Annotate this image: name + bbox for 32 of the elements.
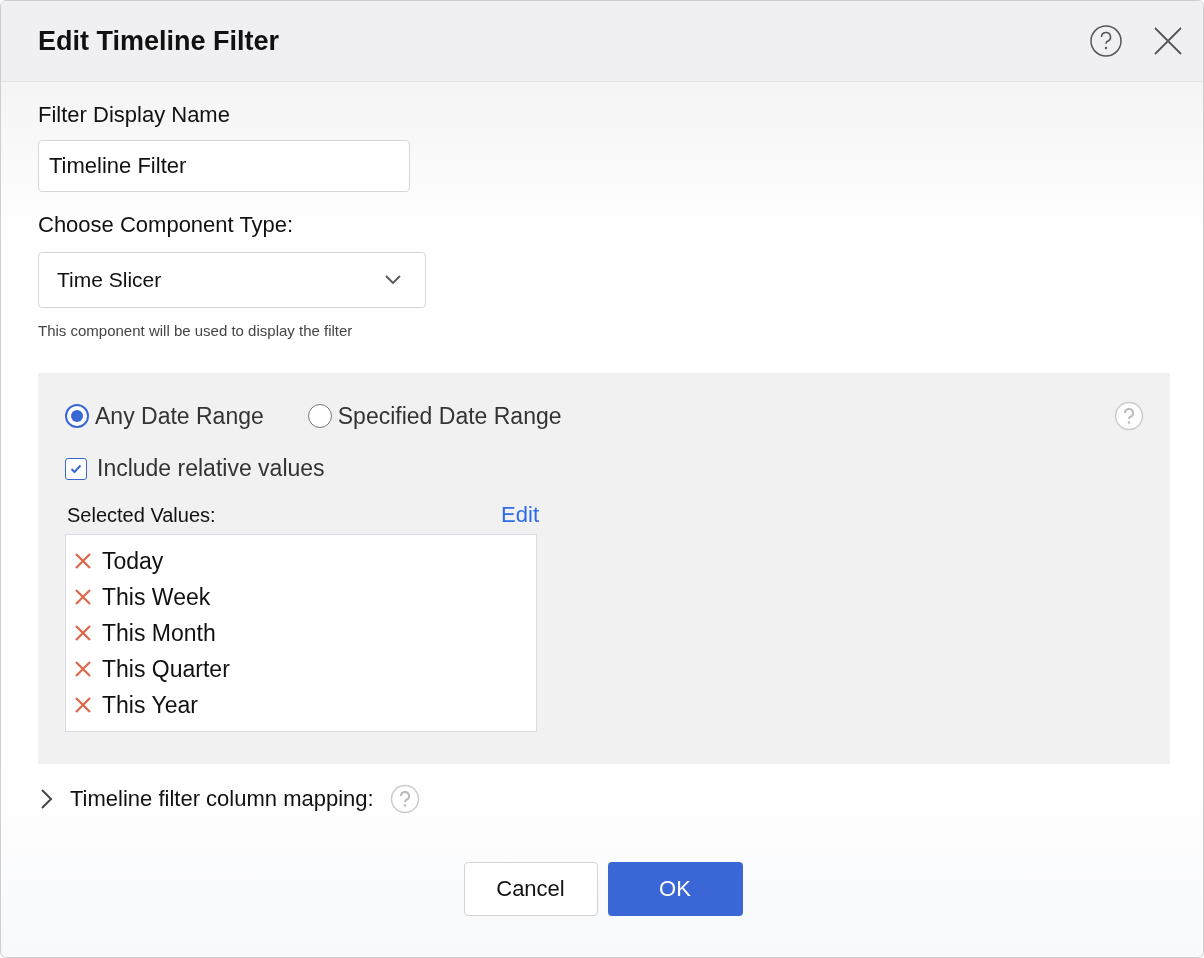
chevron-down-icon (385, 275, 401, 285)
hint-text: This component will be used to display the filter (38, 322, 354, 339)
list-item: This Week (102, 583, 211, 611)
remove-icon[interactable] (74, 588, 92, 606)
radio-label: Any Date Range (95, 402, 264, 430)
dialog-title: Edit Timeline Filter (38, 25, 281, 57)
help-icon[interactable] (1089, 24, 1123, 58)
radio-button[interactable] (307, 404, 332, 428)
close-icon[interactable] (1153, 26, 1183, 56)
chevron-right-icon[interactable] (40, 788, 54, 810)
radio-button[interactable] (65, 404, 89, 428)
section-label: Timeline filter column mapping: (70, 786, 374, 812)
name-input-field[interactable]: Timeline Filter (38, 140, 410, 192)
list-item: Today (102, 547, 164, 575)
radio-option[interactable]: Any Date Range (65, 402, 264, 430)
edit-link[interactable]: Edit (501, 502, 539, 528)
checkbox-label: Include relative values (97, 455, 325, 482)
list-item: This Month (102, 619, 216, 647)
cancel-button[interactable]: Cancel (463, 862, 598, 916)
field-label: Filter Display Name (38, 102, 231, 128)
remove-icon[interactable] (74, 552, 92, 570)
ok-button[interactable]: OK (607, 862, 743, 916)
list-item: This Year (102, 691, 198, 719)
remove-icon[interactable] (74, 696, 92, 714)
checkmark-icon (70, 463, 82, 474)
remove-icon[interactable] (74, 660, 92, 678)
checkbox[interactable] (65, 457, 87, 480)
component-type-dropdown[interactable]: Time Slicer (38, 252, 426, 308)
field-label: Choose Component Type: (38, 212, 295, 238)
remove-icon[interactable] (74, 624, 92, 642)
list-item: This Quarter (102, 655, 230, 683)
selected-values-label: Selected Values: (67, 503, 216, 527)
